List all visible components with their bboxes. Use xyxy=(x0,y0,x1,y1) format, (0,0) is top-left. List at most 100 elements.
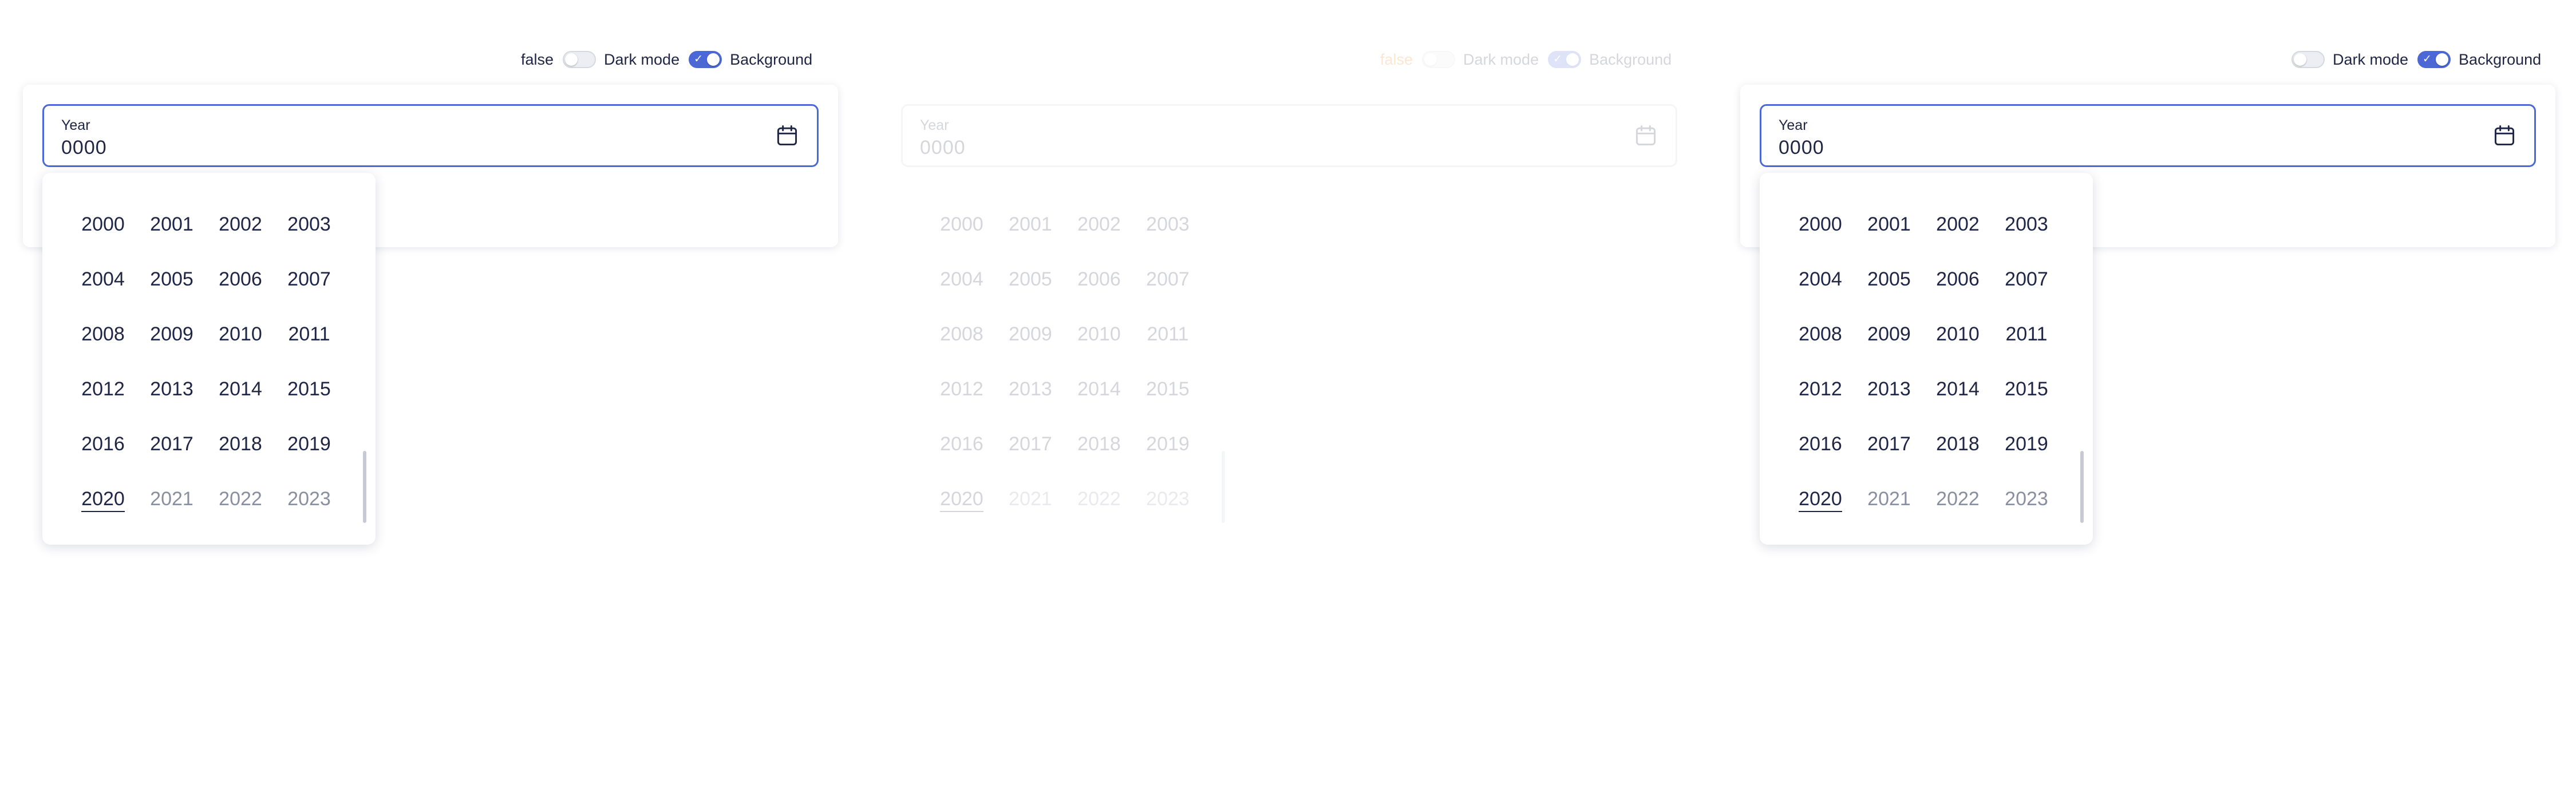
year-option[interactable]: 2000 xyxy=(69,207,137,262)
year-option[interactable]: 2012 xyxy=(927,372,996,427)
year-option[interactable]: 2019 xyxy=(1133,427,1202,482)
year-option[interactable]: 2004 xyxy=(1786,262,1855,317)
year-option[interactable]: 2022 xyxy=(206,482,275,537)
year-option[interactable]: 2007 xyxy=(1133,262,1202,317)
toggle-knob xyxy=(707,53,720,66)
year-option[interactable]: 2001 xyxy=(137,207,206,262)
year-option[interactable]: 2005 xyxy=(996,262,1065,317)
year-field[interactable]: Year 0000 xyxy=(901,104,1677,167)
year-option[interactable]: 2012 xyxy=(69,372,137,427)
year-option[interactable]: 2009 xyxy=(1855,317,1923,372)
year-option[interactable]: 2022 xyxy=(1923,482,1992,537)
year-option[interactable]: 2020 xyxy=(69,482,137,537)
field-value[interactable]: 0000 xyxy=(61,137,107,159)
year-option[interactable]: 2002 xyxy=(206,207,275,262)
year-option[interactable]: 2019 xyxy=(1992,427,2061,482)
year-option[interactable]: 2000 xyxy=(1786,207,1855,262)
check-icon: ✓ xyxy=(2423,53,2432,65)
field-value[interactable]: 0000 xyxy=(1779,137,1824,159)
year-option[interactable]: 2016 xyxy=(1786,427,1855,482)
year-option[interactable]: 2015 xyxy=(1133,372,1202,427)
year-option[interactable]: 2016 xyxy=(69,427,137,482)
year-option[interactable]: 2019 xyxy=(275,427,343,482)
year-option[interactable]: 2011 xyxy=(1133,317,1202,372)
year-option[interactable]: 2006 xyxy=(1923,262,1992,317)
dark-mode-toggle[interactable] xyxy=(1422,51,1456,68)
year-option[interactable]: 2003 xyxy=(275,207,343,262)
scrollbar[interactable] xyxy=(363,451,366,523)
year-option[interactable]: 2010 xyxy=(206,317,275,372)
dark-mode-toggle[interactable] xyxy=(2291,51,2325,68)
year-option[interactable]: 2009 xyxy=(996,317,1065,372)
year-option[interactable]: 2023 xyxy=(1133,482,1202,537)
year-field[interactable]: Year 0000 xyxy=(1760,104,2536,167)
year-option[interactable]: 2013 xyxy=(137,372,206,427)
year-option[interactable]: 2017 xyxy=(996,427,1065,482)
scrollbar[interactable] xyxy=(2080,451,2084,523)
year-option[interactable]: 2005 xyxy=(1855,262,1923,317)
year-option[interactable]: 2021 xyxy=(996,482,1065,537)
year-option[interactable]: 2015 xyxy=(275,372,343,427)
year-option[interactable]: 2004 xyxy=(927,262,996,317)
year-option[interactable]: 2000 xyxy=(927,207,996,262)
year-option[interactable]: 2013 xyxy=(996,372,1065,427)
year-option[interactable]: 2003 xyxy=(1133,207,1202,262)
year-option[interactable]: 2022 xyxy=(1065,482,1133,537)
year-option-label: 2008 xyxy=(1799,323,1842,345)
year-option[interactable]: 2001 xyxy=(996,207,1065,262)
year-option[interactable]: 2012 xyxy=(1786,372,1855,427)
year-option[interactable]: 2018 xyxy=(1923,427,1992,482)
toggle-knob xyxy=(1566,53,1579,66)
year-option[interactable]: 2018 xyxy=(206,427,275,482)
year-option[interactable]: 2014 xyxy=(206,372,275,427)
year-option[interactable]: 2009 xyxy=(137,317,206,372)
year-option[interactable]: 2013 xyxy=(1855,372,1923,427)
year-option[interactable]: 2021 xyxy=(1855,482,1923,537)
year-option[interactable]: 2020 xyxy=(927,482,996,537)
year-option[interactable]: 2006 xyxy=(1065,262,1133,317)
year-option[interactable]: 2017 xyxy=(137,427,206,482)
calendar-icon[interactable] xyxy=(1633,123,1658,148)
year-option[interactable]: 2010 xyxy=(1065,317,1133,372)
year-option[interactable]: 2011 xyxy=(1992,317,2061,372)
year-field[interactable]: Year 0000 xyxy=(42,104,819,167)
calendar-icon[interactable] xyxy=(2492,123,2517,148)
year-option[interactable]: 2014 xyxy=(1923,372,1992,427)
year-option[interactable]: 2008 xyxy=(927,317,996,372)
scrollbar[interactable] xyxy=(1222,451,1225,523)
year-option[interactable]: 2005 xyxy=(137,262,206,317)
year-option-label: 2000 xyxy=(1799,213,1842,235)
year-option[interactable]: 2006 xyxy=(206,262,275,317)
year-option-label: 2021 xyxy=(1009,488,1052,510)
background-toggle[interactable]: ✓ xyxy=(689,51,722,68)
year-option[interactable]: 2018 xyxy=(1065,427,1133,482)
year-option[interactable]: 2021 xyxy=(137,482,206,537)
year-option-label: 2015 xyxy=(1146,378,1190,400)
year-option[interactable]: 2008 xyxy=(69,317,137,372)
year-option[interactable]: 2023 xyxy=(275,482,343,537)
year-option[interactable]: 2014 xyxy=(1065,372,1133,427)
year-option[interactable]: 2023 xyxy=(1992,482,2061,537)
year-option-label: 2003 xyxy=(2005,213,2048,235)
year-option[interactable]: 2002 xyxy=(1065,207,1133,262)
field-value[interactable]: 0000 xyxy=(920,137,966,159)
background-toggle[interactable]: ✓ xyxy=(1548,51,1582,68)
year-option[interactable]: 2003 xyxy=(1992,207,2061,262)
background-toggle[interactable]: ✓ xyxy=(2417,51,2451,68)
year-option[interactable]: 2017 xyxy=(1855,427,1923,482)
year-option[interactable]: 2020 xyxy=(1786,482,1855,537)
year-option[interactable]: 2016 xyxy=(927,427,996,482)
year-option-label: 2018 xyxy=(1077,433,1121,455)
year-option[interactable]: 2008 xyxy=(1786,317,1855,372)
year-option[interactable]: 2007 xyxy=(275,262,343,317)
calendar-icon[interactable] xyxy=(775,123,800,148)
dark-mode-toggle[interactable] xyxy=(563,51,596,68)
year-option[interactable]: 2004 xyxy=(69,262,137,317)
background-label: Background xyxy=(730,50,813,68)
year-option[interactable]: 2011 xyxy=(275,317,343,372)
year-option[interactable]: 2002 xyxy=(1923,207,1992,262)
year-option[interactable]: 2015 xyxy=(1992,372,2061,427)
year-option[interactable]: 2010 xyxy=(1923,317,1992,372)
year-option[interactable]: 2007 xyxy=(1992,262,2061,317)
year-option[interactable]: 2001 xyxy=(1855,207,1923,262)
